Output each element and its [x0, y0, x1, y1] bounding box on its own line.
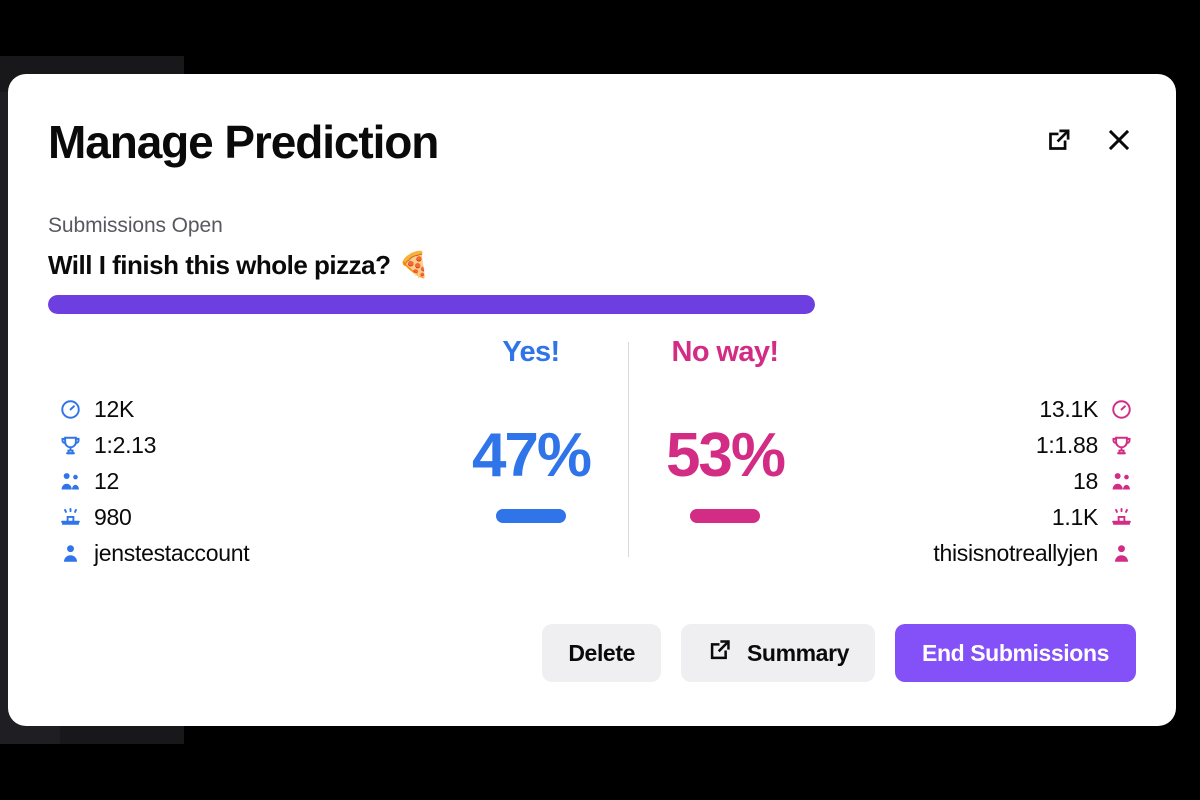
podium-icon: [58, 505, 83, 530]
outcome-yes: Yes! 47%: [446, 336, 628, 523]
stat-value: 1.1K: [1051, 503, 1098, 530]
person-icon: [58, 541, 83, 566]
modal-footer: Delete Summary End Submissions: [48, 624, 1136, 682]
stat-value: thisisnotreallyjen: [933, 539, 1098, 566]
screen: End Submissions Manage Prediction: [0, 0, 1200, 800]
outcome-divider: [628, 342, 629, 557]
outcome-yes-stats: 12K 1:2.13 12 980 jenstestaccount: [58, 391, 250, 571]
outcome-yes-label: Yes!: [502, 336, 560, 368]
stat-row: 1.1K: [933, 499, 1134, 535]
stat-value: 980: [94, 503, 132, 530]
pizza-emoji-icon: 🍕: [398, 251, 430, 279]
end-submissions-button[interactable]: End Submissions: [895, 624, 1136, 682]
stat-row: 18: [933, 463, 1134, 499]
trophy-icon: [58, 433, 83, 458]
question-text: Will I finish this whole pizza?: [48, 250, 391, 280]
outcome-no-percent: 53%: [665, 421, 786, 490]
header-actions: [1042, 124, 1136, 158]
outcome-yes-percent: 47%: [471, 421, 592, 490]
outcome-no-stats: 13.1K 1:1.88 18 1.1K thisisnotreallyjen: [933, 391, 1134, 571]
summary-button-label: Summary: [746, 639, 850, 666]
outcome-no-label: No way!: [671, 336, 780, 368]
stat-row: thisisnotreallyjen: [933, 535, 1134, 571]
podium-icon: [1109, 505, 1134, 530]
end-submissions-button-label: End Submissions: [922, 639, 1109, 666]
clock-icon: [1109, 397, 1134, 422]
outcomes-section: 12K 1:2.13 12 980 jenstestaccount Yes! 4…: [48, 336, 1136, 568]
external-link-icon: [707, 637, 733, 669]
outcome-percentages: Yes! 47% No way! 53%: [446, 336, 810, 557]
outcome-no: No way! 53%: [628, 336, 810, 523]
outcome-yes-bar: [496, 509, 566, 523]
close-icon: [1104, 125, 1134, 158]
stat-value: 12: [94, 467, 119, 494]
clock-icon: [58, 397, 83, 422]
status-text: Submissions Open: [48, 214, 223, 237]
stat-row: 1:2.13: [58, 427, 249, 463]
stat-row: 12: [58, 463, 249, 499]
stat-value: 1:2.13: [94, 431, 157, 458]
stat-value: 1:1.88: [1035, 431, 1098, 458]
stat-row: 980: [58, 499, 249, 535]
stat-row: 12K: [58, 391, 249, 427]
stat-value: 12K: [94, 395, 135, 422]
delete-button[interactable]: Delete: [542, 624, 661, 682]
person-icon: [1109, 541, 1134, 566]
summary-button[interactable]: Summary: [680, 624, 876, 682]
outcome-no-bar: [690, 509, 760, 523]
popout-button[interactable]: [1042, 124, 1076, 158]
users-icon: [1109, 469, 1134, 494]
page-title: Manage Prediction: [48, 116, 439, 168]
stat-row: 1:1.88: [933, 427, 1134, 463]
manage-prediction-modal: Manage Prediction Submissions Open Will …: [8, 74, 1176, 726]
prediction-question: Will I finish this whole pizza? 🍕: [48, 250, 1136, 281]
modal-header: Manage Prediction: [48, 108, 1136, 192]
trophy-icon: [1109, 433, 1134, 458]
stat-row: jenstestaccount: [58, 535, 250, 571]
stat-row: 13.1K: [933, 391, 1134, 427]
submission-progress-fill: [48, 295, 815, 314]
stat-value: 13.1K: [1039, 395, 1098, 422]
delete-button-label: Delete: [568, 639, 635, 666]
close-button[interactable]: [1102, 124, 1136, 158]
external-link-icon: [1045, 126, 1073, 157]
submission-progress-bar: [48, 295, 815, 314]
stat-value: 18: [1073, 467, 1098, 494]
stat-value: jenstestaccount: [94, 539, 250, 566]
users-icon: [58, 469, 83, 494]
